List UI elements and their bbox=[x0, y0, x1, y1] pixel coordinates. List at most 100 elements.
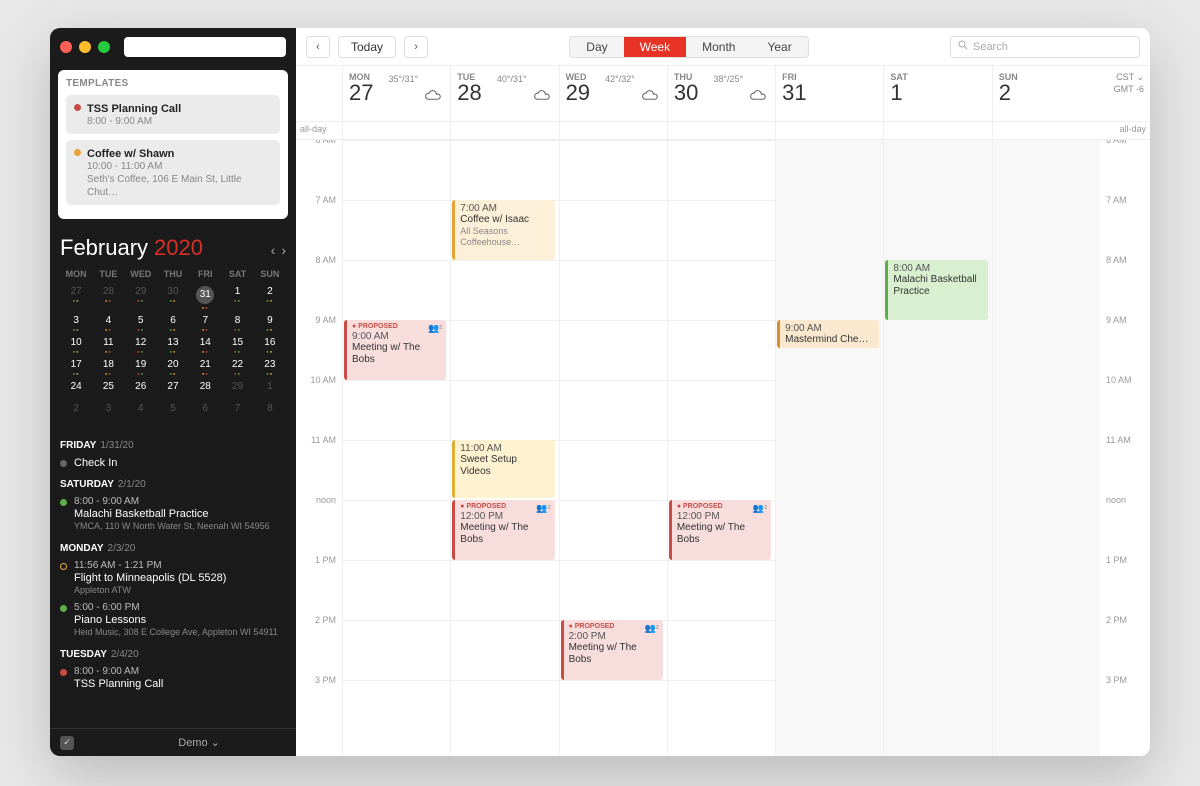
day-header[interactable]: SAT1 bbox=[883, 66, 991, 121]
prev-week-button[interactable]: ‹ bbox=[306, 36, 330, 58]
mini-day[interactable]: 22●● bbox=[221, 356, 253, 378]
agenda-item[interactable]: 8:00 - 9:00 AM Malachi Basketball Practi… bbox=[60, 496, 286, 533]
day-column[interactable]: 7:00 AM Coffee w/ Isaac All Seasons Coff… bbox=[450, 140, 558, 756]
mini-day[interactable]: 26 bbox=[125, 378, 157, 400]
zoom-window-button[interactable] bbox=[98, 41, 110, 53]
mini-day[interactable]: 27●● bbox=[60, 283, 92, 312]
search-input[interactable]: Search bbox=[950, 36, 1140, 58]
view-month[interactable]: Month bbox=[686, 37, 751, 57]
calendar-event[interactable]: 8:00 AM Malachi Basketball Practice bbox=[885, 260, 987, 320]
mini-day[interactable]: 23●● bbox=[254, 356, 286, 378]
mini-calendar[interactable]: MONTUEWEDTHUFRISATSUN 27●●28●●29●●30●●31… bbox=[50, 265, 296, 430]
day-column[interactable]: ● PROPOSED 9:00 AM Meeting w/ The Bobs 👥… bbox=[342, 140, 450, 756]
calendar-event[interactable]: ● PROPOSED 12:00 PM Meeting w/ The Bobs … bbox=[452, 500, 554, 560]
day-column[interactable]: ● PROPOSED 2:00 PM Meeting w/ The Bobs 👥… bbox=[559, 140, 667, 756]
mini-day[interactable]: 19●● bbox=[125, 356, 157, 378]
mini-next-month[interactable]: › bbox=[281, 242, 286, 258]
tasks-toggle[interactable]: ✓ bbox=[60, 736, 74, 750]
timezone-label[interactable]: CST ⌄GMT -6 bbox=[1114, 72, 1144, 95]
allday-row bbox=[296, 122, 1150, 140]
mini-day[interactable]: 29 bbox=[221, 378, 253, 400]
main-calendar: ‹ Today › DayWeekMonthYear Search MON27 … bbox=[296, 28, 1150, 756]
mini-day[interactable]: 4 bbox=[125, 400, 157, 422]
close-window-button[interactable] bbox=[60, 41, 72, 53]
template-item[interactable]: Coffee w/ Shawn 10:00 - 11:00 AMSeth's C… bbox=[66, 140, 280, 205]
view-segment: DayWeekMonthYear bbox=[569, 36, 808, 58]
mini-day[interactable]: 6●● bbox=[157, 312, 189, 334]
mini-prev-month[interactable]: ‹ bbox=[271, 242, 276, 258]
today-button[interactable]: Today bbox=[338, 36, 396, 58]
day-header[interactable]: MON27 35°/31° bbox=[342, 66, 450, 121]
agenda-item[interactable]: 5:00 - 6:00 PM Piano Lessons Heid Music,… bbox=[60, 602, 286, 639]
week-grid[interactable]: 6 AM7 AM8 AM9 AM10 AM11 AMnoon1 PM2 PM3 … bbox=[296, 140, 1150, 756]
mini-day[interactable]: 29●● bbox=[125, 283, 157, 312]
mini-day[interactable]: 5 bbox=[157, 400, 189, 422]
mini-day[interactable]: 7 bbox=[221, 400, 253, 422]
mini-day[interactable]: 3 bbox=[92, 400, 124, 422]
minimize-window-button[interactable] bbox=[79, 41, 91, 53]
mini-day[interactable]: 21●● bbox=[189, 356, 221, 378]
agenda-item[interactable]: 11:56 AM - 1:21 PM Flight to Minneapolis… bbox=[60, 560, 286, 597]
agenda-day-header: SATURDAY2/1/20 bbox=[60, 479, 286, 490]
mini-day[interactable]: 9●● bbox=[254, 312, 286, 334]
mini-day[interactable]: 10●● bbox=[60, 334, 92, 356]
mini-day[interactable]: 30●● bbox=[157, 283, 189, 312]
mini-day[interactable]: 1●● bbox=[221, 283, 253, 312]
attendees-icon: 👥² bbox=[645, 623, 659, 634]
day-header[interactable]: FRI31 bbox=[775, 66, 883, 121]
mini-day[interactable]: 2●● bbox=[254, 283, 286, 312]
mini-day[interactable]: 14●● bbox=[189, 334, 221, 356]
mini-day[interactable]: 12●● bbox=[125, 334, 157, 356]
next-week-button[interactable]: › bbox=[404, 36, 428, 58]
view-week[interactable]: Week bbox=[624, 37, 686, 57]
mini-day[interactable]: 8 bbox=[254, 400, 286, 422]
mini-day[interactable]: 16●● bbox=[254, 334, 286, 356]
mini-day[interactable]: 13●● bbox=[157, 334, 189, 356]
calendar-event[interactable]: ● PROPOSED 2:00 PM Meeting w/ The Bobs 👥… bbox=[561, 620, 663, 680]
view-day[interactable]: Day bbox=[570, 37, 623, 57]
calendar-event[interactable]: 11:00 AM Sweet Setup Videos bbox=[452, 440, 554, 498]
mini-day[interactable]: 18●● bbox=[92, 356, 124, 378]
mini-day[interactable]: 6 bbox=[189, 400, 221, 422]
mini-day[interactable]: 3●● bbox=[60, 312, 92, 334]
mini-day[interactable]: 7●● bbox=[189, 312, 221, 334]
agenda-list[interactable]: FRIDAY1/31/20 Check In SATURDAY2/1/20 8:… bbox=[50, 430, 296, 728]
mini-day[interactable]: 17●● bbox=[60, 356, 92, 378]
mini-day[interactable]: 2 bbox=[60, 400, 92, 422]
mini-day[interactable]: 20●● bbox=[157, 356, 189, 378]
mini-day[interactable]: 4●● bbox=[92, 312, 124, 334]
mini-day[interactable]: 25 bbox=[92, 378, 124, 400]
mini-day[interactable]: 31●● bbox=[189, 283, 221, 312]
day-column[interactable]: ● PROPOSED 12:00 PM Meeting w/ The Bobs … bbox=[667, 140, 775, 756]
calendar-event[interactable]: 9:00 AM Mastermind Che… bbox=[777, 320, 879, 348]
day-header[interactable]: WED29 42°/32° bbox=[559, 66, 667, 121]
mini-day[interactable]: 5●● bbox=[125, 312, 157, 334]
day-column[interactable]: 8:00 AM Malachi Basketball Practice bbox=[883, 140, 991, 756]
mini-day[interactable]: 15●● bbox=[221, 334, 253, 356]
mini-day[interactable]: 28●● bbox=[92, 283, 124, 312]
agenda-item[interactable]: Check In bbox=[60, 457, 286, 469]
agenda-day-header: TUESDAY2/4/20 bbox=[60, 649, 286, 660]
mini-day[interactable]: 1 bbox=[254, 378, 286, 400]
mini-day[interactable]: 28 bbox=[189, 378, 221, 400]
sidebar-search-input[interactable] bbox=[124, 37, 286, 57]
cloud-icon bbox=[533, 88, 551, 106]
day-column[interactable]: 9:00 AM Mastermind Che… bbox=[775, 140, 883, 756]
template-item[interactable]: TSS Planning Call 8:00 - 9:00 AM bbox=[66, 95, 280, 134]
mini-day[interactable]: 8●● bbox=[221, 312, 253, 334]
calendar-event[interactable]: 7:00 AM Coffee w/ Isaac All Seasons Coff… bbox=[452, 200, 554, 260]
calendar-event[interactable]: ● PROPOSED 9:00 AM Meeting w/ The Bobs 👥… bbox=[344, 320, 446, 380]
agenda-day-header: FRIDAY1/31/20 bbox=[60, 440, 286, 451]
day-header[interactable]: SUN2 bbox=[992, 66, 1100, 121]
mini-day[interactable]: 27 bbox=[157, 378, 189, 400]
calendar-event[interactable]: ● PROPOSED 12:00 PM Meeting w/ The Bobs … bbox=[669, 500, 771, 560]
day-header[interactable]: TUE28 40°/31° bbox=[450, 66, 558, 121]
view-year[interactable]: Year bbox=[751, 37, 807, 57]
sidebar-footer: ✓ Demo ⌄ bbox=[50, 728, 296, 756]
account-picker[interactable]: Demo ⌄ bbox=[178, 736, 220, 749]
agenda-item[interactable]: 8:00 - 9:00 AM TSS Planning Call bbox=[60, 666, 286, 690]
mini-day[interactable]: 24 bbox=[60, 378, 92, 400]
day-header[interactable]: THU30 38°/25° bbox=[667, 66, 775, 121]
day-column[interactable] bbox=[992, 140, 1100, 756]
mini-day[interactable]: 11●● bbox=[92, 334, 124, 356]
